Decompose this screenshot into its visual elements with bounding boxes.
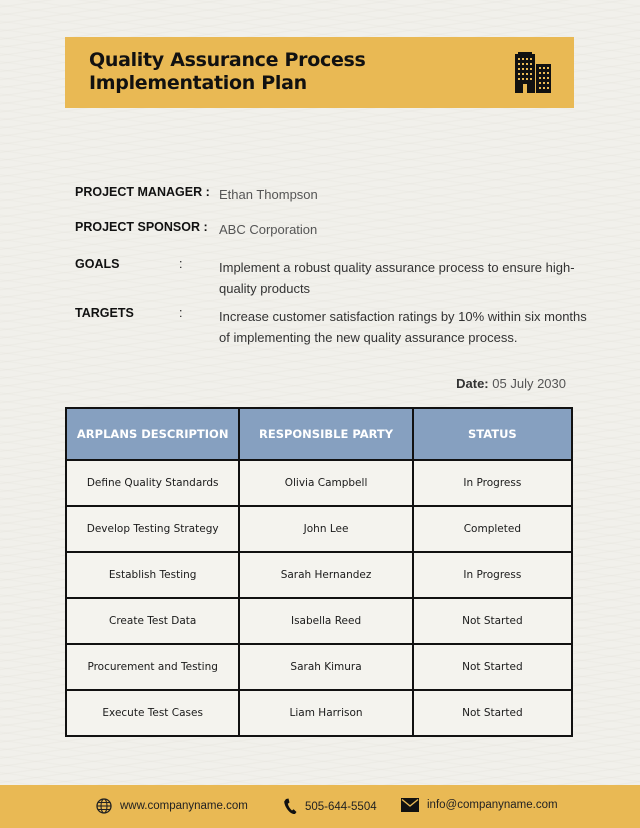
footer-phone: 505-644-5504 [283, 798, 377, 815]
header-band: Quality Assurance Process Implementation… [65, 37, 574, 108]
project-manager-label: PROJECT MANAGER : [75, 185, 210, 199]
cell-description: Establish Testing [64, 551, 241, 599]
table-row: Procurement and Testing Sarah Kimura Not… [64, 643, 574, 691]
goals-value: Implement a robust quality assurance pro… [219, 260, 575, 296]
building-icon [515, 52, 551, 93]
cell-responsible-party: Sarah Kimura [238, 643, 414, 691]
table-row: Execute Test Cases Liam Harrison Not Sta… [64, 689, 574, 737]
cell-description: Create Test Data [64, 597, 241, 645]
cell-description: Define Quality Standards [64, 459, 241, 507]
cell-status: In Progress [411, 551, 574, 599]
phone-icon [284, 798, 297, 815]
cell-description: Procurement and Testing [64, 643, 241, 691]
date-label: Date: [456, 376, 489, 391]
project-sponsor-label: PROJECT SPONSOR : [75, 220, 208, 234]
phone-text[interactable]: 505-644-5504 [305, 801, 377, 813]
footer-email: info@companyname.com [401, 798, 558, 812]
project-manager-value: Ethan Thompson [219, 187, 318, 202]
cell-status: Completed [411, 505, 574, 553]
cell-status: Not Started [411, 597, 574, 645]
cell-status: In Progress [411, 459, 574, 507]
mail-icon [401, 798, 419, 812]
date-value: 05 July 2030 [492, 376, 566, 391]
email-text[interactable]: info@companyname.com [427, 799, 558, 811]
website-text[interactable]: www.companyname.com [120, 800, 248, 812]
cell-responsible-party: Isabella Reed [238, 597, 414, 645]
table-row: Create Test Data Isabella Reed Not Start… [64, 597, 574, 645]
table-row: Define Quality Standards Olivia Campbell… [64, 459, 574, 507]
cell-responsible-party: Sarah Hernandez [238, 551, 414, 599]
cell-description: Execute Test Cases [64, 689, 241, 737]
cell-status: Not Started [411, 643, 574, 691]
targets-colon: : [179, 306, 183, 320]
page-title: Quality Assurance Process Implementation… [89, 49, 366, 95]
targets-label: TARGETS [75, 306, 134, 320]
table-row: Develop Testing Strategy John Lee Comple… [64, 505, 574, 553]
title-line-2: Implementation Plan [89, 72, 307, 94]
header-description: ARPLANS DESCRIPTION [64, 407, 241, 461]
cell-responsible-party: Olivia Campbell [238, 459, 414, 507]
cell-responsible-party: Liam Harrison [238, 689, 414, 737]
header-responsible-party: RESPONSIBLE PARTY [238, 407, 414, 461]
date-line: Date: 05 July 2030 [456, 376, 566, 391]
goals-colon: : [179, 257, 183, 271]
globe-icon [96, 798, 112, 814]
cell-responsible-party: John Lee [238, 505, 414, 553]
goals-label: GOALS [75, 257, 120, 271]
targets-value: Increase customer satisfaction ratings b… [219, 309, 587, 345]
title-line-1: Quality Assurance Process [89, 49, 366, 71]
table-row: Establish Testing Sarah Hernandez In Pro… [64, 551, 574, 599]
footer-website: www.companyname.com [96, 798, 248, 814]
header-status: STATUS [411, 407, 574, 461]
table-header-row: ARPLANS DESCRIPTION RESPONSIBLE PARTY ST… [64, 407, 574, 461]
action-plan-table: ARPLANS DESCRIPTION RESPONSIBLE PARTY ST… [64, 407, 574, 737]
cell-description: Develop Testing Strategy [64, 505, 241, 553]
project-sponsor-value: ABC Corporation [219, 222, 318, 237]
footer-band: www.companyname.com 505-644-5504 info@co… [0, 785, 640, 828]
cell-status: Not Started [411, 689, 574, 737]
